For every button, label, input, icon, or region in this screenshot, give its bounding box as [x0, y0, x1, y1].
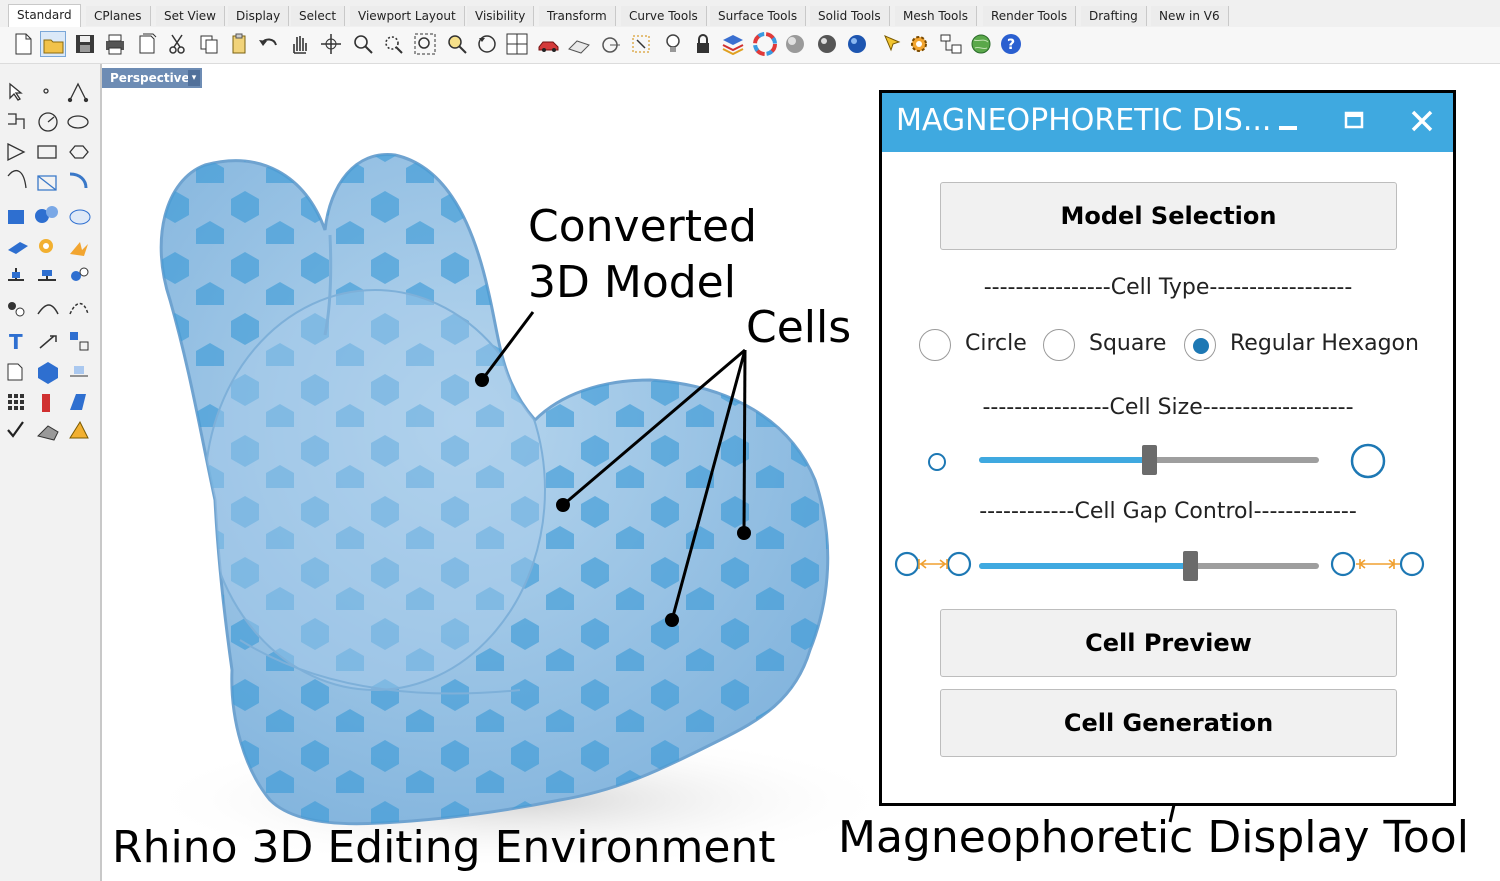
radio-square-label: Square: [1089, 331, 1167, 356]
close-icon[interactable]: [1408, 107, 1438, 137]
environment-caption: Rhino 3D Editing Environment: [112, 822, 776, 873]
maximize-icon[interactable]: [1340, 107, 1370, 137]
dialog-title-bar[interactable]: MAGNEOPHORETIC DIS...: [882, 93, 1453, 152]
cell-type-header: ----------------Cell Type---------------…: [983, 275, 1353, 300]
dialog-title: MAGNEOPHORETIC DIS...: [896, 103, 1272, 138]
tool-caption: Magneophoretic Display Tool: [838, 812, 1469, 863]
cell-gap-slider[interactable]: [882, 539, 1453, 589]
radio-circle-button[interactable]: [919, 329, 951, 361]
cell-size-header: ----------------Cell Size---------------…: [982, 395, 1354, 420]
narrow-gap-icon: [1330, 551, 1425, 577]
radio-circle-label: Circle: [965, 331, 1027, 356]
small-circle-icon: [928, 453, 946, 471]
cell-gap-thumb[interactable]: [1182, 551, 1198, 581]
cell-gap-fill: [979, 563, 1190, 569]
cell-gap-header: ------------Cell Gap Control------------…: [979, 499, 1357, 524]
converted-model-label-line2: 3D Model: [528, 257, 736, 308]
converted-model-label-line1: Converted: [528, 201, 757, 252]
cells-label: Cells: [746, 302, 852, 353]
cell-preview-button[interactable]: Cell Preview: [940, 609, 1397, 677]
minimize-icon[interactable]: [1274, 107, 1304, 137]
cell-size-thumb[interactable]: [1142, 445, 1157, 475]
radio-hexagon-button[interactable]: [1184, 329, 1216, 361]
magneophoretic-dialog: MAGNEOPHORETIC DIS... Model Selection --…: [879, 90, 1456, 806]
model-selection-button[interactable]: Model Selection: [940, 182, 1397, 250]
cell-size-fill: [979, 457, 1149, 463]
radio-selected-dot: [1193, 338, 1209, 354]
radio-hexagon-label: Regular Hexagon: [1230, 331, 1419, 356]
large-circle-icon: [1350, 443, 1386, 479]
cell-generation-button[interactable]: Cell Generation: [940, 689, 1397, 757]
wide-gap-icon: [894, 551, 972, 577]
radio-square-button[interactable]: [1043, 329, 1075, 361]
converted-model-label: Converted 3D Model: [528, 203, 757, 307]
cell-size-slider[interactable]: [882, 433, 1453, 483]
